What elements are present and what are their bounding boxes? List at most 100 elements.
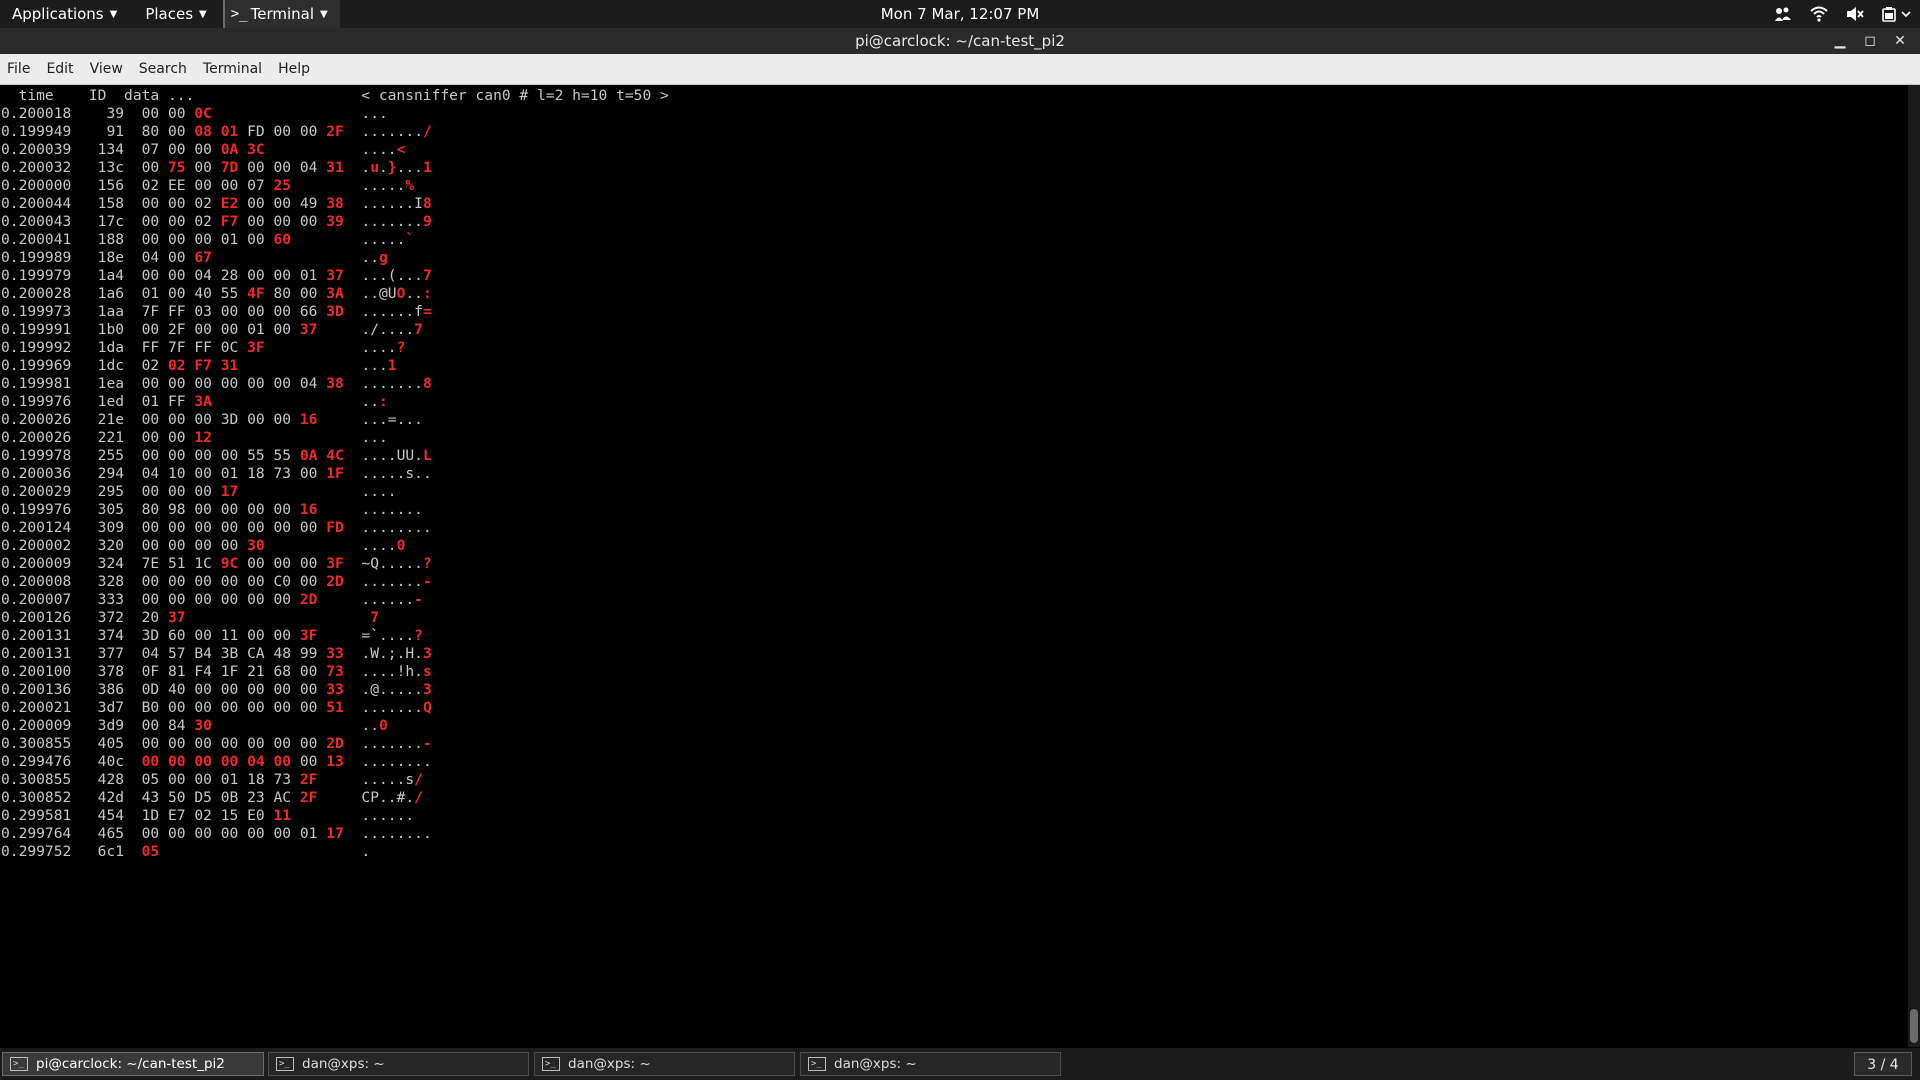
taskbar-item-pi-terminal[interactable]: >_ pi@carclock: ~/can-test_pi2 (2, 1052, 264, 1076)
row-byte: 00 (273, 735, 292, 752)
row-time: 0.200000 (1, 177, 72, 194)
row-id: 188 (97, 231, 125, 248)
volume-icon[interactable] (1846, 5, 1864, 23)
can-row: 0.200126 372 20 37 7 (1, 609, 669, 627)
row-byte: AC (273, 789, 292, 806)
taskbar-item-label: dan@xps: ~ (302, 1056, 385, 1072)
row-time: 0.300855 (1, 771, 72, 788)
clock[interactable]: Mon 7 Mar, 12:07 PM (881, 5, 1040, 23)
row-time: 0.200131 (1, 645, 72, 662)
can-row: 0.199979 1a4 00 00 04 28 00 00 01 37 ...… (1, 267, 669, 285)
menu-help[interactable]: Help (271, 54, 319, 84)
row-time: 0.200032 (1, 159, 72, 176)
minimize-icon[interactable]: ▁ (1830, 31, 1850, 51)
row-byte: E7 (167, 807, 186, 824)
taskbar-item-dan-terminal-3[interactable]: >_ dan@xps: ~ (800, 1052, 1061, 1076)
row-byte: 11 (273, 807, 292, 824)
battery-icon[interactable] (1882, 5, 1912, 23)
row-id: 333 (97, 591, 125, 608)
row-byte: 00 (247, 303, 265, 320)
row-byte: 23 (247, 789, 265, 806)
taskbar-item-dan-terminal-1[interactable]: >_ dan@xps: ~ (268, 1052, 529, 1076)
row-ascii: ~Q.....? (361, 555, 432, 572)
applications-menu[interactable]: Applications ▼ (0, 0, 129, 28)
row-time: 0.300855 (1, 735, 72, 752)
row-time: 0.200009 (1, 717, 72, 734)
row-byte: B0 (141, 699, 160, 716)
can-row: 0.200009 3d9 00 84 30 ..0 (1, 717, 669, 735)
row-time: 0.200124 (1, 519, 72, 536)
row-byte: 00 (220, 735, 239, 752)
terminal-lines: time ID data ... < cansniffer can0 # l=2… (1, 87, 669, 861)
row-byte: 00 (194, 321, 212, 338)
can-row: 0.200041 188 00 00 00 01 00 60 .....` (1, 231, 669, 249)
row-byte: 00 (194, 465, 212, 482)
workspace-switcher[interactable]: 3 / 4 (1854, 1052, 1912, 1076)
row-id: 1ed (97, 393, 125, 410)
can-row: 0.200026 221 00 00 12 ... (1, 429, 669, 447)
row-id: 294 (97, 465, 125, 482)
row-time: 0.200008 (1, 573, 72, 590)
row-byte: 01 (141, 393, 160, 410)
row-byte: 00 (273, 195, 292, 212)
row-ascii: .....s/ (361, 771, 423, 788)
wifi-icon[interactable] (1810, 5, 1828, 23)
row-byte: 00 (220, 681, 239, 698)
row-time: 0.299476 (1, 753, 72, 770)
row-id: 405 (97, 735, 125, 752)
menu-search[interactable]: Search (132, 54, 196, 84)
row-ascii: .... (361, 483, 397, 500)
row-id: 1da (97, 339, 125, 356)
terminal-scrollbar[interactable] (1908, 85, 1920, 1047)
taskbar-item-dan-terminal-2[interactable]: >_ dan@xps: ~ (534, 1052, 795, 1076)
row-byte: 80 (273, 285, 292, 302)
row-byte: 98 (167, 501, 186, 518)
terminal-output[interactable]: time ID data ... < cansniffer can0 # l=2… (0, 85, 1908, 1047)
menu-terminal[interactable]: Terminal (196, 54, 271, 84)
row-byte: 67 (194, 249, 212, 266)
row-time: 0.200007 (1, 591, 72, 608)
row-byte: 04 (299, 375, 318, 392)
row-byte: 00 (299, 753, 318, 770)
row-byte: 4C (326, 447, 344, 464)
row-time: 0.200026 (1, 429, 72, 446)
close-icon[interactable]: ✕ (1890, 31, 1910, 51)
row-byte: 02 (141, 357, 160, 374)
row-byte: 01 (299, 267, 318, 284)
row-byte: 00 (167, 141, 186, 158)
row-time: 0.199992 (1, 339, 72, 356)
menu-file[interactable]: File (0, 54, 39, 84)
row-byte: 7E (141, 555, 160, 572)
row-byte: 00 (167, 447, 186, 464)
row-byte: 00 (194, 177, 212, 194)
row-byte: 00 (194, 627, 212, 644)
row-id: 3d7 (97, 699, 125, 716)
can-row: 0.199976 305 80 98 00 00 00 00 16 ......… (1, 501, 669, 519)
row-id: 255 (97, 447, 125, 464)
menu-edit[interactable]: Edit (39, 54, 82, 84)
terminal-app-menu[interactable]: >_ Terminal ▼ (222, 0, 340, 28)
row-byte: 28 (220, 267, 239, 284)
places-menu[interactable]: Places ▼ (133, 0, 218, 28)
row-byte: 00 (220, 501, 239, 518)
row-byte: 2F (299, 771, 318, 788)
window-titlebar[interactable]: pi@carclock: ~/can-test_pi2 ▁ ◻ ✕ (0, 28, 1920, 54)
menu-view[interactable]: View (83, 54, 132, 84)
row-id: 305 (97, 501, 125, 518)
accessibility-icon[interactable] (1774, 5, 1792, 23)
row-byte: 80 (141, 123, 160, 140)
row-byte: 3A (194, 393, 212, 410)
row-byte: 08 (194, 123, 212, 140)
row-byte: 00 (220, 573, 239, 590)
scrollbar-thumb[interactable] (1910, 1009, 1918, 1043)
can-row: 0.299476 40c 00 00 00 00 04 00 00 13 ...… (1, 753, 669, 771)
row-byte: 66 (299, 303, 318, 320)
row-byte: 00 (194, 825, 212, 842)
row-byte: 00 (220, 375, 239, 392)
row-time: 0.199991 (1, 321, 72, 338)
row-byte: 00 (220, 825, 239, 842)
row-byte: 33 (326, 645, 344, 662)
row-byte: 04 (194, 267, 212, 284)
maximize-icon[interactable]: ◻ (1860, 31, 1880, 51)
row-ascii: .....` (361, 231, 415, 248)
